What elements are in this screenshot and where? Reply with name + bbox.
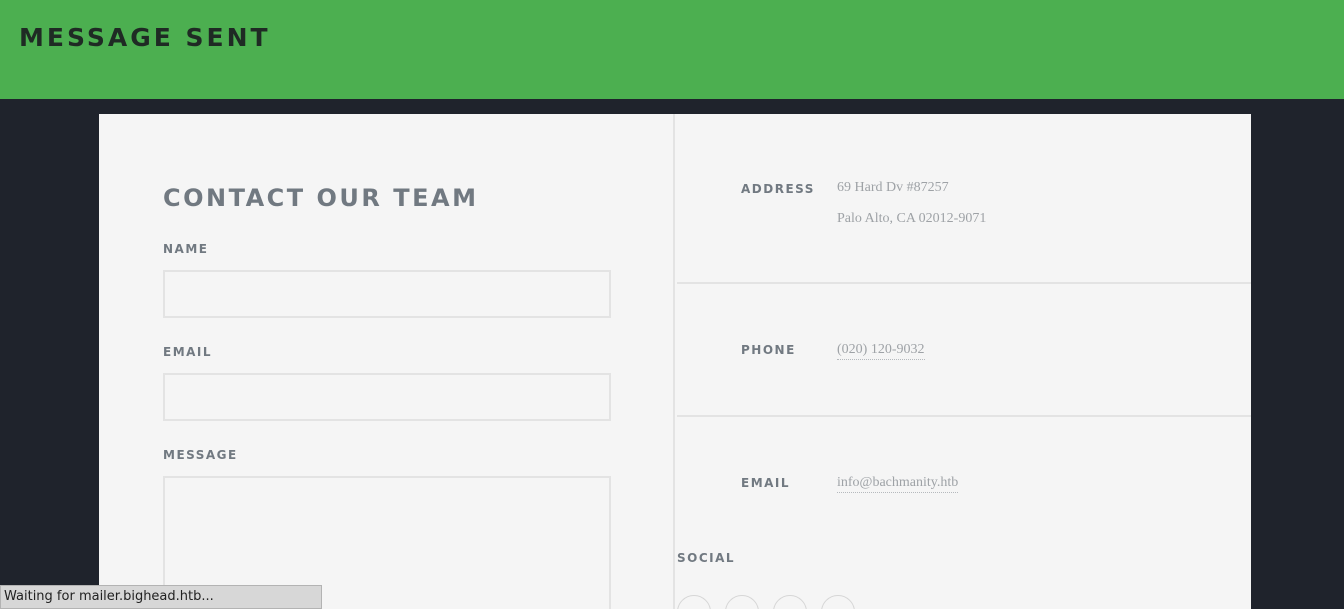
email-label: EMAIL [163, 345, 213, 359]
social-icon[interactable] [677, 595, 711, 609]
phone-link[interactable]: (020) 120-9032 [837, 341, 925, 360]
name-label: NAME [163, 242, 209, 256]
email-link[interactable]: info@bachmanity.htb [837, 474, 959, 493]
email-section: EMAIL info@bachmanity.htb [677, 417, 1251, 537]
header-title: MESSAGE SENT [19, 23, 271, 52]
address-line-1: 69 Hard Dv #87257 [837, 180, 949, 195]
header-banner: MESSAGE SENT [0, 0, 1344, 99]
social-icon[interactable] [821, 595, 855, 609]
social-label: SOCIAL [677, 551, 736, 565]
name-input[interactable] [163, 270, 611, 318]
message-label: MESSAGE [163, 448, 238, 462]
address-label: ADDRESS [741, 182, 815, 196]
contact-card: CONTACT OUR TEAM NAME EMAIL MESSAGE ADDR… [99, 114, 1251, 609]
browser-status-bar: Waiting for mailer.bighead.htb... [0, 585, 322, 609]
social-icon[interactable] [725, 595, 759, 609]
social-icon[interactable] [773, 595, 807, 609]
address-line-2: Palo Alto, CA 02012-9071 [837, 211, 987, 226]
contact-form: CONTACT OUR TEAM NAME EMAIL MESSAGE [99, 114, 675, 609]
email-info-label: EMAIL [741, 476, 791, 490]
form-title: CONTACT OUR TEAM [163, 184, 479, 212]
phone-section: PHONE (020) 120-9032 [677, 284, 1251, 415]
address-section: ADDRESS 69 Hard Dv #87257 Palo Alto, CA … [677, 114, 1251, 282]
phone-label: PHONE [741, 343, 796, 357]
email-input[interactable] [163, 373, 611, 421]
